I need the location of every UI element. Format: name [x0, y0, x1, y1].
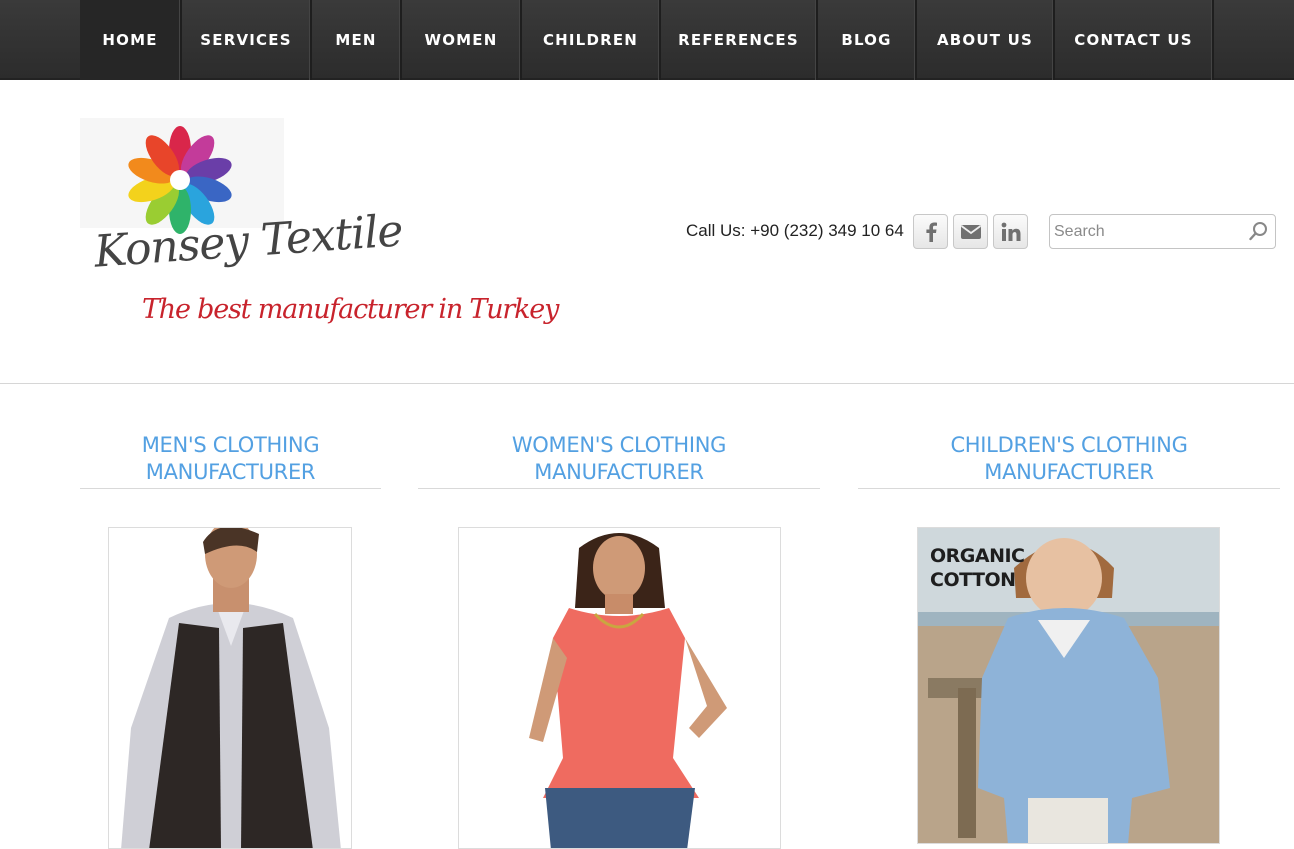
nav-home[interactable]: HOME [80, 0, 182, 80]
man-in-vest-image [109, 528, 351, 848]
linkedin-icon [1001, 222, 1020, 241]
childrens-heading-line2: MANUFACTURER [984, 460, 1154, 484]
woman-in-red-top-image [459, 528, 780, 848]
organic-cotton-badge: ORGANIC COTTON [930, 544, 1025, 592]
top-navigation: HOME SERVICES MEN WOMEN CHILDREN REFEREN… [0, 0, 1294, 80]
search-box [1049, 214, 1276, 249]
badge-line1: ORGANIC [930, 545, 1025, 567]
nav-services[interactable]: SERVICES [182, 0, 312, 80]
nav-women[interactable]: WOMEN [402, 0, 522, 80]
childrens-clothing-heading[interactable]: CHILDREN'S CLOTHING MANUFACTURER [858, 432, 1280, 486]
mens-heading-line1: MEN'S CLOTHING [141, 433, 320, 457]
search-button[interactable] [1249, 221, 1269, 246]
logo-tagline: The best manufacturer in Turkey [142, 294, 559, 325]
nav-children[interactable]: CHILDREN [522, 0, 661, 80]
womens-clothing-heading[interactable]: WOMEN'S CLOTHING MANUFACTURER [418, 432, 820, 486]
site-header: Konsey Textile The best manufacturer in … [0, 80, 1294, 384]
nav-contact-us[interactable]: CONTACT US [1055, 0, 1214, 80]
womens-heading-line1: WOMEN'S CLOTHING [511, 433, 727, 457]
nav-menu: HOME SERVICES MEN WOMEN CHILDREN REFEREN… [80, 0, 1214, 80]
email-button[interactable] [953, 214, 988, 249]
mens-heading-line2: MANUFACTURER [145, 460, 316, 484]
mens-divider [80, 488, 381, 489]
linkedin-button[interactable] [993, 214, 1028, 249]
call-us-phone: Call Us: +90 (232) 349 10 64 [686, 221, 904, 240]
womens-heading-line2: MANUFACTURER [534, 460, 704, 484]
badge-line2: COTTON [930, 569, 1016, 591]
childrens-clothing-photo[interactable]: ORGANIC COTTON [917, 527, 1220, 844]
mens-clothing-heading[interactable]: MEN'S CLOTHING MANUFACTURER [80, 432, 381, 486]
mens-clothing-photo[interactable] [108, 527, 352, 849]
nav-references[interactable]: REFERENCES [661, 0, 818, 80]
nav-men[interactable]: MEN [312, 0, 402, 80]
search-input[interactable] [1054, 221, 1244, 243]
site-logo[interactable]: Konsey Textile The best manufacturer in … [80, 118, 559, 348]
childrens-heading-line1: CHILDREN'S CLOTHING [950, 433, 1188, 457]
search-icon [1249, 222, 1267, 241]
nav-about-us[interactable]: ABOUT US [917, 0, 1055, 80]
facebook-icon [925, 222, 937, 242]
mail-icon [960, 224, 981, 239]
womens-clothing-photo[interactable] [458, 527, 781, 849]
facebook-button[interactable] [913, 214, 948, 249]
childrens-divider [858, 488, 1280, 489]
womens-divider [418, 488, 820, 489]
nav-blog[interactable]: BLOG [818, 0, 917, 80]
